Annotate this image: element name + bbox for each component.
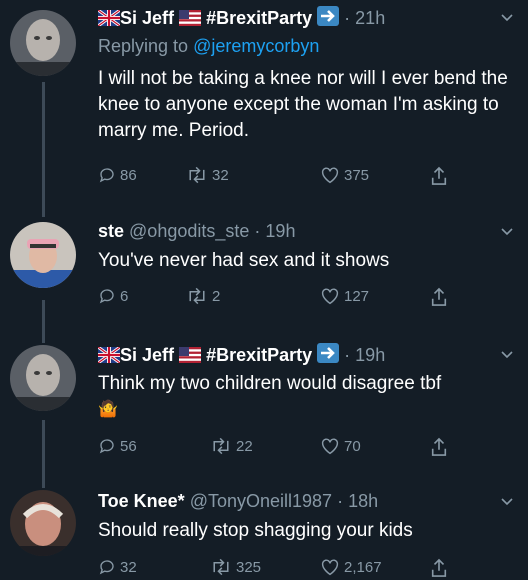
timestamp[interactable]: 19h: [265, 221, 295, 241]
like-count: 70: [344, 437, 361, 455]
dot-separator: ·: [254, 221, 261, 241]
reply-button[interactable]: 56: [98, 437, 137, 455]
reply-count: 6: [120, 287, 129, 305]
action-bar: 56 22 70: [98, 437, 458, 459]
chevron-down-icon[interactable]: [500, 224, 514, 240]
like-count: 127: [344, 287, 370, 305]
tweet-header: Si Jeff #BrexitParty · 19h: [97, 343, 385, 368]
reply-count: 32: [120, 558, 137, 576]
timestamp[interactable]: 18h: [348, 491, 378, 511]
avatar[interactable]: [10, 490, 76, 556]
share-icon: [431, 558, 447, 577]
display-name[interactable]: Si Jeff: [120, 345, 174, 365]
tweet[interactable]: Toe Knee* @TonyOneill1987 · 18h Should r…: [0, 480, 528, 580]
display-name[interactable]: ste: [98, 221, 124, 241]
retweet-count: 325: [236, 558, 262, 576]
chevron-down-icon[interactable]: [500, 494, 514, 510]
retweet-button[interactable]: 325: [210, 558, 261, 576]
uk-flag-icon: [97, 345, 121, 368]
reply-icon: [99, 289, 114, 304]
avatar[interactable]: [10, 222, 76, 288]
tweet-header: Toe Knee* @TonyOneill1987 · 18h: [98, 490, 378, 512]
reply-icon: [99, 560, 114, 575]
dot-separator: ·: [337, 491, 344, 511]
replying-to: Replying to @jeremycorbyn: [98, 36, 319, 57]
reply-button[interactable]: 6: [98, 287, 128, 305]
display-name[interactable]: Si Jeff: [120, 8, 174, 28]
like-button[interactable]: 127: [320, 287, 369, 305]
tweet-header: Si Jeff #BrexitParty · 21h: [97, 6, 385, 31]
retweet-count: 22: [236, 437, 253, 455]
dot-separator: ·: [344, 8, 351, 28]
arrow-right-icon: [317, 6, 340, 31]
user-handle[interactable]: @TonyOneill1987: [190, 491, 332, 511]
retweet-button[interactable]: 22: [210, 437, 253, 455]
us-flag-icon: [179, 346, 202, 368]
share-button[interactable]: [430, 287, 448, 307]
dot-separator: ·: [344, 345, 351, 365]
like-icon: [321, 288, 339, 305]
hashtag[interactable]: #BrexitParty: [206, 8, 312, 28]
like-icon: [321, 559, 339, 576]
chevron-down-icon[interactable]: [500, 10, 514, 26]
tweet-text: You've never had sex and it shows: [98, 250, 390, 271]
timestamp[interactable]: 21h: [355, 8, 385, 28]
like-icon: [321, 438, 339, 455]
reply-count: 56: [120, 437, 137, 455]
user-handle[interactable]: @ohgodits_ste: [129, 221, 249, 241]
action-bar: 86 32 375: [98, 166, 458, 188]
tweet[interactable]: ste @ohgodits_ste · 19h You've never had…: [0, 212, 528, 322]
tweet-text: Think my two children would disagree tbf: [98, 373, 442, 394]
like-button[interactable]: 70: [320, 437, 361, 455]
tweet-header: ste @ohgodits_ste · 19h: [98, 220, 295, 242]
us-flag-icon: [179, 9, 202, 31]
share-button[interactable]: [430, 166, 448, 186]
share-icon: [431, 166, 447, 185]
action-bar: 6 2 127: [98, 287, 458, 309]
like-count: 2,167: [344, 558, 382, 576]
retweet-count: 2: [212, 287, 221, 305]
action-bar: 32 325 2,167: [98, 558, 458, 580]
uk-flag-icon: [97, 8, 121, 31]
avatar[interactable]: [10, 10, 76, 76]
share-icon: [431, 437, 447, 456]
chevron-down-icon[interactable]: [500, 347, 514, 363]
display-name[interactable]: Toe Knee*: [98, 491, 185, 511]
share-button[interactable]: [430, 437, 448, 457]
tweet[interactable]: Si Jeff #BrexitParty · 21h Replying to @…: [0, 0, 528, 200]
arrow-right-icon: [317, 343, 340, 368]
replying-prefix: Replying to: [98, 36, 189, 56]
mention-link[interactable]: @jeremycorbyn: [193, 36, 319, 56]
retweet-icon: [213, 437, 229, 455]
tweet[interactable]: Si Jeff #BrexitParty · 19h Think my two …: [0, 335, 528, 475]
reply-icon: [99, 439, 114, 454]
like-button[interactable]: 375: [320, 166, 369, 184]
timestamp[interactable]: 19h: [355, 345, 385, 365]
tweet-text: Should really stop shagging your kids: [98, 520, 413, 541]
shrug-emoji: 🤷: [98, 401, 118, 418]
retweet-icon: [213, 558, 229, 576]
retweet-icon: [189, 287, 205, 305]
share-icon: [431, 287, 447, 306]
retweet-count: 32: [212, 166, 229, 184]
reply-button[interactable]: 32: [98, 558, 137, 576]
avatar[interactable]: [10, 345, 76, 411]
like-button[interactable]: 2,167: [320, 558, 382, 576]
retweet-button[interactable]: 32: [186, 166, 229, 184]
like-count: 375: [344, 166, 370, 184]
hashtag[interactable]: #BrexitParty: [206, 345, 312, 365]
retweet-button[interactable]: 2: [186, 287, 220, 305]
tweet-text: I will not be taking a knee nor will I e…: [98, 68, 508, 141]
retweet-icon: [189, 166, 205, 184]
like-icon: [321, 167, 339, 184]
reply-count: 86: [120, 166, 137, 184]
reply-icon: [99, 168, 114, 183]
share-button[interactable]: [430, 558, 448, 578]
reply-button[interactable]: 86: [98, 166, 137, 184]
